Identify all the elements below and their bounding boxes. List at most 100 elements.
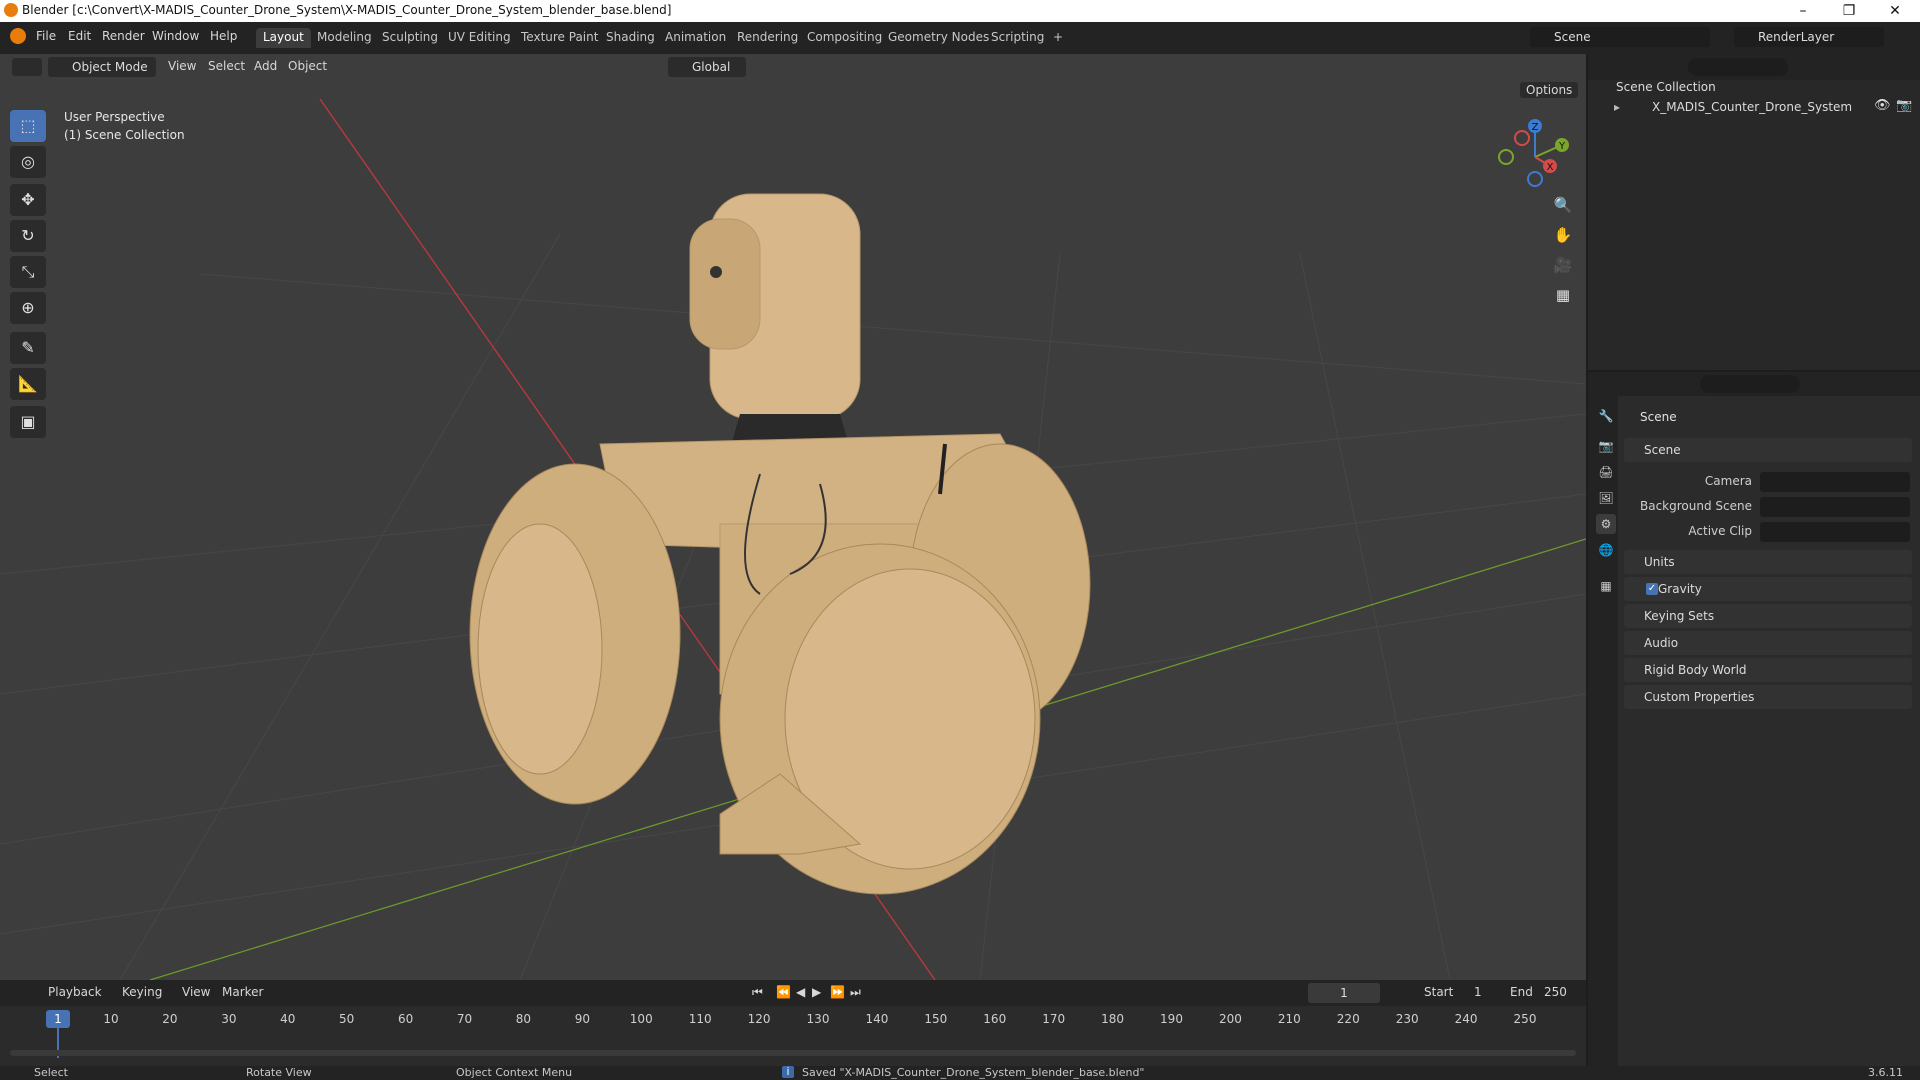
- rotate-tool-icon[interactable]: ↻: [10, 220, 46, 252]
- frame-tick: 240: [1454, 1012, 1478, 1026]
- mode-selector[interactable]: Object Mode: [48, 57, 156, 77]
- counter-drone-model[interactable]: [469, 193, 1091, 895]
- properties-context-title: Scene: [1640, 410, 1677, 424]
- editor-type-icon[interactable]: [12, 58, 42, 76]
- view-perspective-label: User Perspective: [64, 110, 165, 124]
- timeline-menu-view[interactable]: View: [182, 985, 210, 999]
- 3d-viewport[interactable]: Z Y X Object Mode View Select Add Object…: [0, 54, 1586, 980]
- transform-tool-icon[interactable]: ⊕: [10, 292, 46, 324]
- eye-visibility-icon[interactable]: 👁: [1874, 98, 1891, 113]
- outliner-search-input[interactable]: [1688, 58, 1788, 76]
- jump-start-icon[interactable]: ⏮: [752, 985, 763, 1000]
- maximize-button[interactable]: ❐: [1826, 0, 1872, 22]
- scale-tool-icon[interactable]: ⤡: [10, 256, 46, 288]
- world-tab-icon[interactable]: 🌐: [1596, 540, 1616, 560]
- frame-tick: 30: [221, 1012, 237, 1026]
- frame-tick: 60: [397, 1012, 414, 1026]
- transform-orientation-selector[interactable]: Global: [668, 57, 746, 77]
- expand-arrow-icon[interactable]: ▸: [1614, 100, 1620, 114]
- move-tool-icon[interactable]: ✥: [10, 184, 46, 216]
- close-button[interactable]: ✕: [1872, 0, 1918, 22]
- timeline-menu-playback[interactable]: Playback: [48, 985, 102, 999]
- menu-render[interactable]: Render: [102, 29, 145, 43]
- viewport-canvas[interactable]: Z Y X: [0, 54, 1586, 980]
- gizmo-y-label: Y: [1558, 141, 1566, 152]
- scene-tab-icon[interactable]: ⚙: [1596, 514, 1616, 534]
- prev-keyframe-icon[interactable]: ⏪: [776, 985, 791, 999]
- top-menu-bar: File Edit Render Window Help Layout Mode…: [0, 22, 1920, 54]
- render-tab-icon[interactable]: 📷: [1596, 436, 1616, 456]
- play-reverse-icon[interactable]: ◀: [796, 985, 805, 999]
- viewport-menu-add[interactable]: Add: [254, 59, 277, 73]
- measure-tool-icon[interactable]: 📐: [10, 368, 46, 400]
- gravity-checkbox[interactable]: ✓: [1646, 583, 1658, 595]
- add-cube-tool-icon[interactable]: ▣: [10, 406, 46, 438]
- tab-modeling[interactable]: Modeling: [310, 28, 379, 48]
- audio-panel[interactable]: Audio: [1624, 631, 1912, 655]
- play-icon[interactable]: ▶: [812, 985, 821, 999]
- tab-texture-paint[interactable]: Texture Paint: [514, 28, 605, 48]
- cursor-tool-icon[interactable]: ◎: [10, 146, 46, 178]
- timeline-menu-keying[interactable]: Keying: [122, 985, 162, 999]
- custom-properties-panel[interactable]: Custom Properties: [1624, 685, 1912, 709]
- tab-animation[interactable]: Animation: [658, 28, 733, 48]
- menu-help[interactable]: Help: [210, 29, 237, 43]
- annotate-tool-icon[interactable]: ✎: [10, 332, 46, 364]
- tab-rendering[interactable]: Rendering: [730, 28, 805, 48]
- current-frame-field[interactable]: 1: [1308, 983, 1380, 1003]
- zoom-icon[interactable]: 🔍: [1550, 192, 1576, 218]
- tab-layout[interactable]: Layout: [256, 28, 311, 48]
- timeline-menu-marker[interactable]: Marker: [222, 985, 263, 999]
- start-frame-value[interactable]: 1: [1474, 985, 1482, 999]
- background-scene-field[interactable]: [1760, 497, 1910, 517]
- menu-edit[interactable]: Edit: [68, 29, 91, 43]
- ortho-grid-icon[interactable]: ▦: [1550, 282, 1576, 308]
- properties-search-input[interactable]: [1700, 375, 1800, 393]
- minimize-button[interactable]: –: [1780, 0, 1826, 22]
- blender-menu-icon[interactable]: [10, 28, 26, 44]
- next-keyframe-icon[interactable]: ⏩: [830, 985, 845, 999]
- units-panel[interactable]: Units: [1624, 550, 1912, 574]
- add-workspace-button[interactable]: +: [1046, 28, 1070, 48]
- camera-view-icon[interactable]: 🎥: [1550, 252, 1576, 278]
- pan-hand-icon[interactable]: ✋: [1550, 222, 1576, 248]
- tab-geometry-nodes[interactable]: Geometry Nodes: [881, 28, 996, 48]
- tab-shading[interactable]: Shading: [599, 28, 662, 48]
- view-layer-tab-icon[interactable]: 🖼: [1596, 488, 1616, 508]
- viewport-menu-view[interactable]: View: [168, 59, 196, 73]
- tab-uv-editing[interactable]: UV Editing: [441, 28, 518, 48]
- frame-tick: 230: [1395, 1012, 1419, 1026]
- render-camera-icon[interactable]: 📷: [1896, 98, 1912, 113]
- outliner-item-x-madis[interactable]: X_MADIS_Counter_Drone_System: [1652, 100, 1852, 114]
- tab-compositing[interactable]: Compositing: [800, 28, 889, 48]
- view-layer-selector[interactable]: RenderLayer: [1734, 27, 1884, 47]
- tab-sculpting[interactable]: Sculpting: [375, 28, 445, 48]
- timeline-scrollbar[interactable]: [10, 1050, 1576, 1056]
- rigid-body-world-panel[interactable]: Rigid Body World: [1624, 658, 1912, 682]
- menu-window[interactable]: Window: [152, 29, 199, 43]
- options-button[interactable]: Options: [1520, 82, 1579, 98]
- navigation-gizmo[interactable]: Z Y X: [1498, 119, 1569, 187]
- menu-file[interactable]: File: [36, 29, 56, 43]
- texture-tab-icon[interactable]: ▦: [1596, 576, 1616, 596]
- blender-logo-icon: [4, 3, 18, 17]
- tool-tab-icon[interactable]: 🔧: [1596, 406, 1616, 426]
- frame-tick: 90: [574, 1012, 590, 1026]
- jump-end-icon[interactable]: ⏭: [850, 985, 861, 1000]
- background-scene-label: Background Scene: [1640, 499, 1752, 513]
- tab-scripting[interactable]: Scripting: [984, 28, 1051, 48]
- scene-selector[interactable]: Scene: [1530, 27, 1710, 47]
- end-frame-value[interactable]: 250: [1544, 985, 1567, 999]
- select-box-tool-icon[interactable]: ⬚: [10, 110, 46, 142]
- active-clip-field[interactable]: [1760, 522, 1910, 542]
- viewport-menu-select[interactable]: Select: [208, 59, 245, 73]
- gravity-panel[interactable]: Gravity: [1624, 577, 1912, 601]
- camera-field[interactable]: [1760, 472, 1910, 492]
- keying-sets-panel[interactable]: Keying Sets: [1624, 604, 1912, 628]
- timeline-editor[interactable]: Playback Keying View Marker ⏮ ⏪ ◀ ▶ ⏩ ⏭ …: [0, 980, 1586, 1066]
- output-tab-icon[interactable]: 🖨: [1596, 462, 1616, 482]
- viewport-menu-object[interactable]: Object: [288, 59, 327, 73]
- scene-section-header[interactable]: Scene: [1624, 438, 1912, 462]
- outliner-scene-collection[interactable]: Scene Collection: [1616, 80, 1716, 94]
- frame-tick: 40: [280, 1012, 296, 1026]
